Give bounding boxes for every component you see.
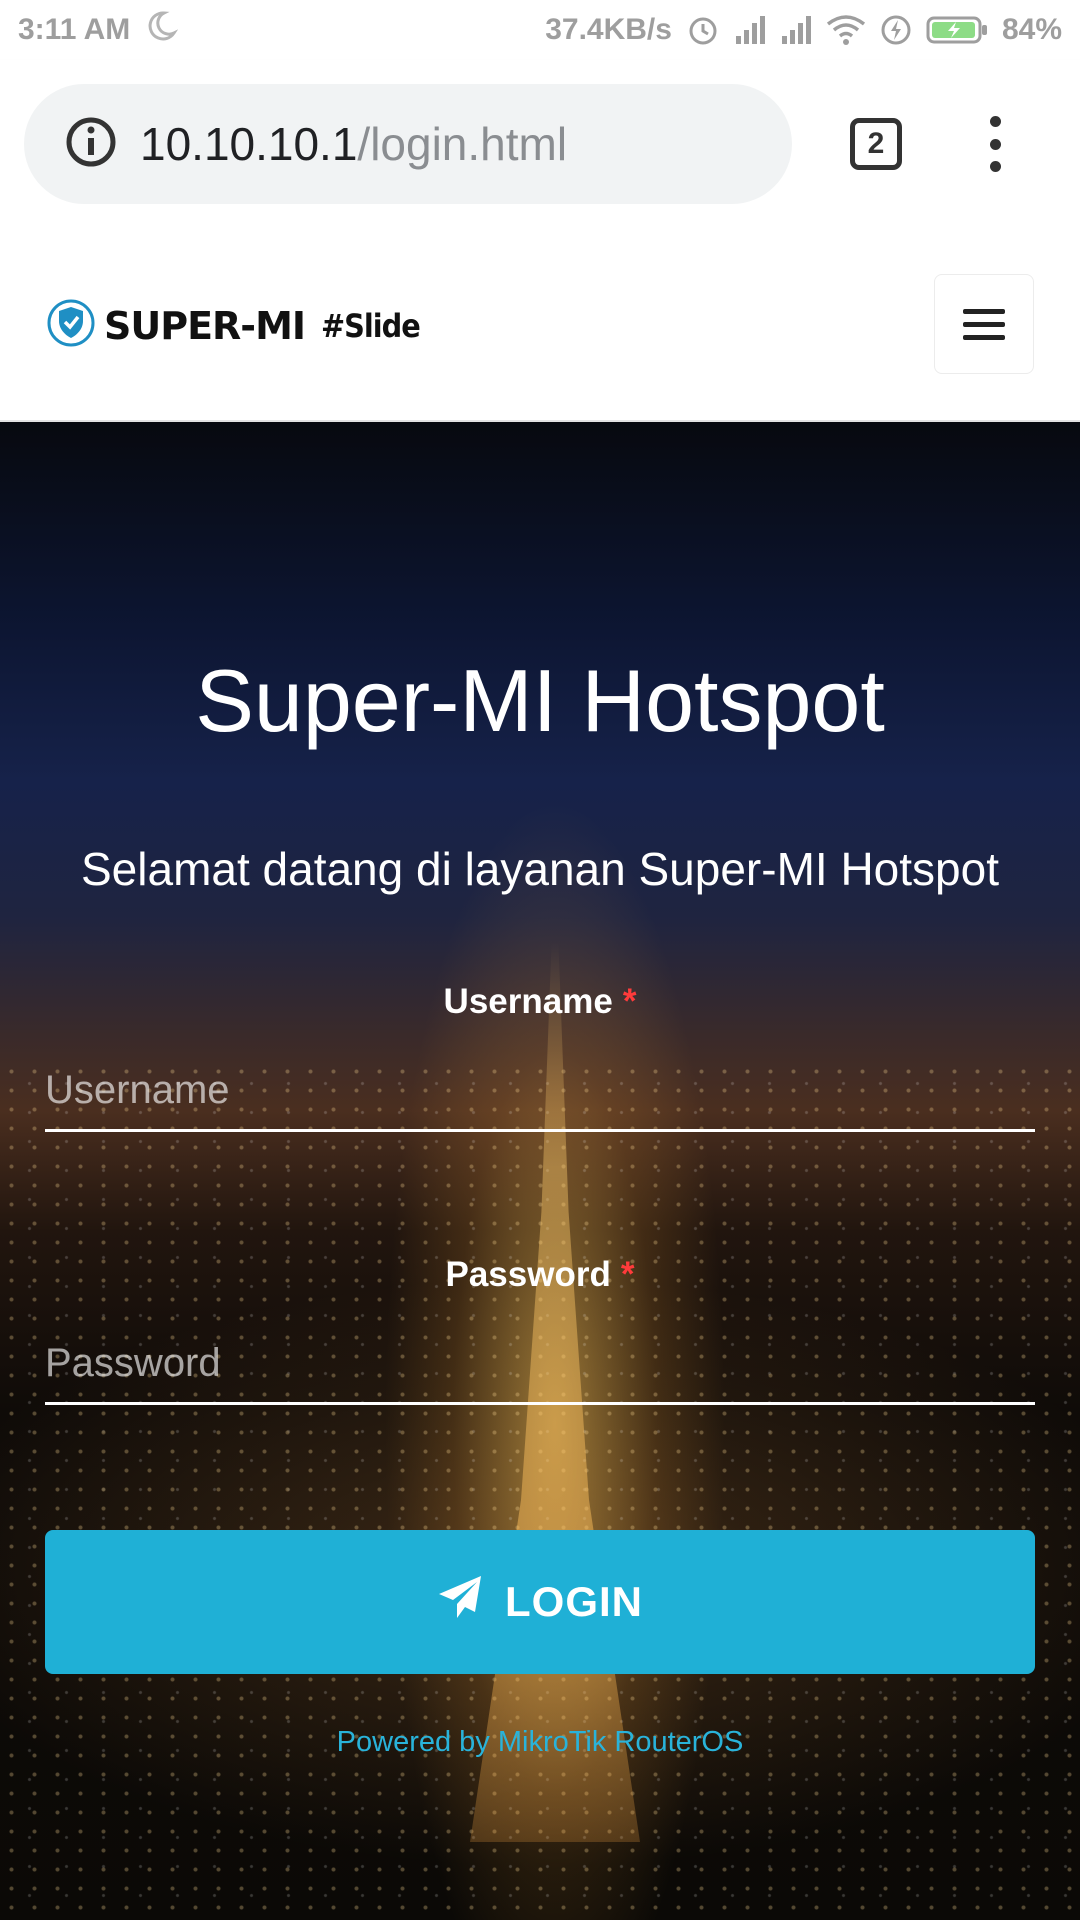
- password-label-text: Password: [445, 1255, 611, 1294]
- brand-name: SUPER-MI: [104, 303, 306, 348]
- url-text[interactable]: 10.10.10.1/login.html: [140, 117, 567, 171]
- overflow-menu-icon[interactable]: [980, 116, 1010, 172]
- welcome-text: Selamat datang di layanan Super-MI Hotsp…: [81, 843, 999, 895]
- username-label: Username *: [0, 982, 1080, 1022]
- alarm-icon: [686, 13, 720, 47]
- battery-icon: [926, 14, 988, 46]
- network-speed: 37.4KB/s: [545, 13, 672, 46]
- signal-icon: [734, 14, 766, 46]
- username-input[interactable]: [45, 1052, 1035, 1132]
- url-path: /login.html: [357, 118, 568, 170]
- signal-icon: [780, 14, 812, 46]
- required-mark: *: [622, 982, 637, 1021]
- login-label: LOGIN: [505, 1578, 643, 1625]
- login-button[interactable]: LOGIN: [45, 1530, 1035, 1674]
- charging-icon: [880, 14, 912, 46]
- username-label-text: Username: [443, 982, 613, 1021]
- status-left: 3:11 AM: [18, 9, 179, 51]
- password-label: Password *: [0, 1255, 1080, 1295]
- status-time: 3:11 AM: [18, 13, 131, 46]
- hamburger-menu-icon[interactable]: [934, 274, 1034, 374]
- info-icon[interactable]: [64, 115, 118, 174]
- address-bar[interactable]: 10.10.10.1/login.html: [24, 84, 792, 204]
- brand-logo[interactable]: SUPER-MI #Slide: [46, 298, 421, 353]
- brand-tag: #Slide: [321, 306, 421, 345]
- login-form: Super-MI Hotspot Selamat datang di layan…: [0, 422, 1080, 1920]
- paper-plane-icon: [437, 1574, 483, 1630]
- status-bar: 3:11 AM 37.4KB/s 84%: [0, 0, 1080, 60]
- site-navbar: SUPER-MI #Slide: [0, 228, 1080, 422]
- moon-icon: [144, 9, 179, 51]
- hero-section: Super-MI Hotspot Selamat datang di layan…: [0, 422, 1080, 1920]
- status-right: 37.4KB/s 84%: [545, 13, 1062, 47]
- wifi-icon: [826, 14, 866, 46]
- required-mark: *: [620, 1255, 635, 1294]
- page-title: Super-MI Hotspot: [195, 651, 885, 750]
- shield-check-icon: [46, 298, 96, 353]
- tab-count: 2: [867, 127, 885, 160]
- password-input[interactable]: [45, 1325, 1035, 1405]
- battery-percent: 84%: [1001, 13, 1062, 46]
- powered-by-link[interactable]: Powered by MikroTik RouterOS: [0, 1726, 1080, 1759]
- url-host: 10.10.10.1: [140, 118, 358, 170]
- browser-toolbar: 10.10.10.1/login.html 2: [0, 60, 1080, 228]
- tabs-icon[interactable]: 2: [850, 118, 902, 170]
